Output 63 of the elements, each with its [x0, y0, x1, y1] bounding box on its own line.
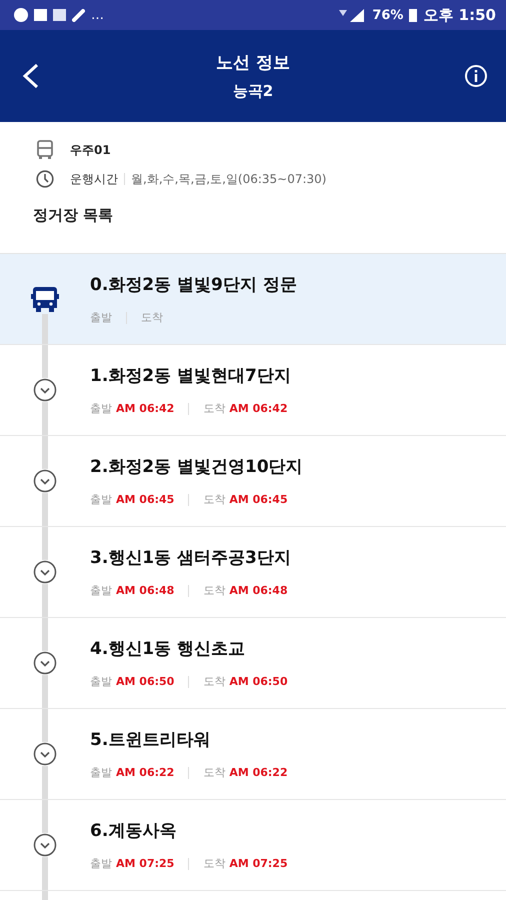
arrive-label: 도착 — [141, 310, 163, 325]
arrive-label: 도착 — [203, 401, 226, 416]
operating-hours: 월,화,수,목,금,토,일(06:35~07:30) — [131, 170, 326, 188]
depart-label: 출발 — [90, 583, 112, 598]
arrive-time: AM 06:45 — [229, 493, 288, 506]
chevron-down-icon[interactable] — [33, 651, 57, 675]
chevron-down-icon[interactable] — [33, 378, 57, 402]
info-icon — [464, 64, 488, 88]
depart-time: AM 06:48 — [116, 584, 174, 597]
stop-name: 1.화정2동 별빛현대7단지 — [90, 365, 291, 387]
arrive-label: 도착 — [203, 856, 226, 871]
arrive-time: AM 06:50 — [229, 675, 288, 688]
battery-icon — [409, 8, 418, 22]
stop-name: 3.행신1동 샘터주공3단지 — [90, 547, 291, 569]
bus-icon — [36, 140, 54, 160]
chevron-down-icon[interactable] — [33, 469, 57, 493]
arrive-time: AM 06:22 — [229, 766, 288, 779]
arrive-time: AM 06:48 — [229, 584, 288, 597]
stop-row[interactable]: 0.화정2동 별빛9단지 정문 출발 도착 — [0, 254, 506, 345]
arrive-time: AM 07:25 — [229, 857, 288, 870]
battery-percent: 76% — [372, 8, 404, 22]
section-title: 정거장 목록 — [33, 206, 114, 225]
chevron-down-icon[interactable] — [33, 560, 57, 584]
arrive-label: 도착 — [203, 583, 226, 598]
stop-row[interactable]: 4.행신1동 행신초교 출발 AM 06:50 도착 AM 06:50 — [0, 618, 506, 709]
bus-icon — [31, 284, 59, 314]
chevron-down-icon[interactable] — [33, 742, 57, 766]
signal-icon — [338, 8, 366, 22]
depart-label: 출발 — [90, 674, 112, 689]
stop-name: 6.계동사옥 — [90, 820, 178, 842]
depart-label: 출발 — [90, 492, 112, 507]
stop-name: 5.트윈트리타워 — [90, 729, 212, 751]
stop-name: 2.화정2동 별빛건영10단지 — [90, 456, 303, 478]
arrive-label: 도착 — [203, 492, 226, 507]
depart-time: AM 06:42 — [116, 402, 174, 415]
depart-label: 출발 — [90, 856, 112, 871]
arrive-label: 도착 — [203, 674, 226, 689]
depart-label: 출발 — [90, 310, 112, 325]
depart-time: AM 06:22 — [116, 766, 174, 779]
clock-icon — [36, 170, 54, 188]
hours-label: 운행시간 — [70, 170, 118, 188]
arrive-time: AM 06:42 — [229, 402, 288, 415]
stop-row[interactable]: 2.화정2동 별빛건영10단지 출발 AM 06:45 도착 AM 06:45 — [0, 436, 506, 527]
depart-label: 출발 — [90, 765, 112, 780]
page-title: 노선 정보 — [216, 52, 290, 74]
stop-name: 0.화정2동 별빛9단지 정문 — [90, 274, 297, 296]
depart-time: AM 07:25 — [116, 857, 174, 870]
depart-label: 출발 — [90, 401, 112, 416]
depart-time: AM 06:45 — [116, 493, 174, 506]
stop-row[interactable]: 3.행신1동 샘터주공3단지 출발 AM 06:48 도착 AM 06:48 — [0, 527, 506, 618]
stop-row[interactable]: 6.계동사옥 출발 AM 07:25 도착 AM 07:25 — [0, 800, 506, 891]
app-icon — [14, 8, 28, 22]
route-name: 능곡2 — [232, 82, 274, 101]
stop-row[interactable]: 5.트윈트리타워 출발 AM 06:22 도착 AM 06:22 — [0, 709, 506, 800]
clock-time: 오후 1:50 — [423, 6, 496, 24]
more-notifications: … — [91, 8, 104, 22]
arrive-label: 도착 — [203, 765, 226, 780]
operator-name: 우주01 — [70, 142, 111, 158]
chevron-down-icon[interactable] — [33, 833, 57, 857]
stop-name: 4.행신1동 행신초교 — [90, 638, 246, 660]
stop-row[interactable]: 1.화정2동 별빛현대7단지 출발 AM 06:42 도착 AM 06:42 — [0, 345, 506, 436]
depart-time: AM 06:50 — [116, 675, 174, 688]
app-icon — [53, 9, 66, 21]
